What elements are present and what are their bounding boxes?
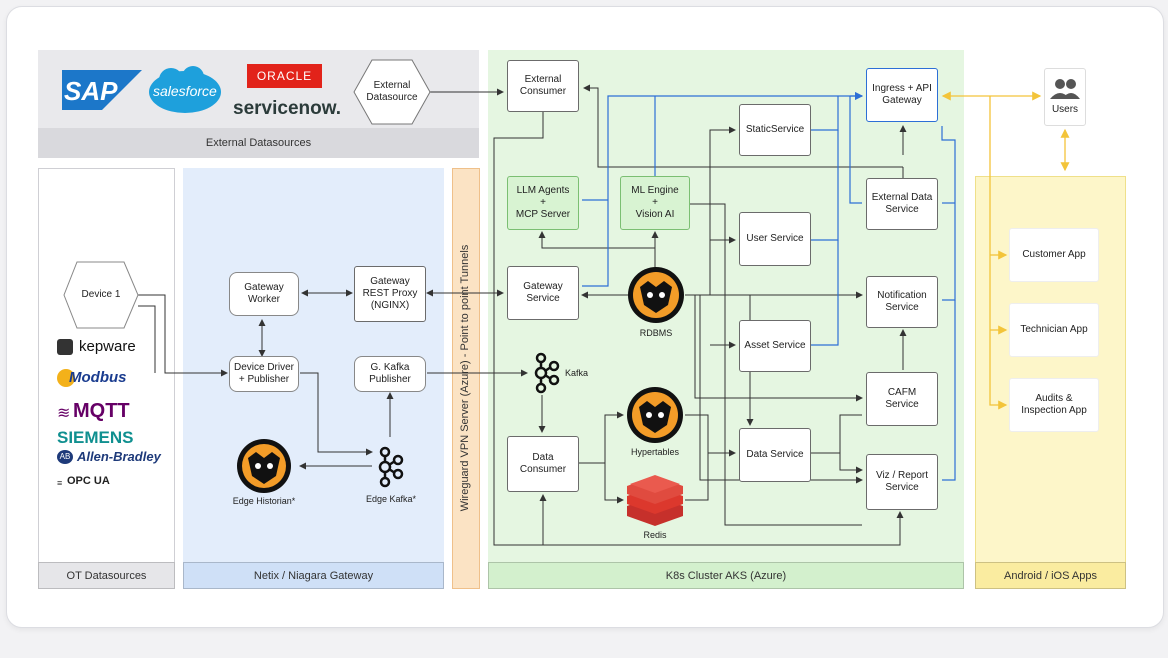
- kepware-logo: kepware: [57, 338, 157, 358]
- allen-bradley-logo: AB Allen-Bradley: [57, 448, 167, 468]
- gateway-rest-proxy-node[interactable]: Gateway REST Proxy (NGINX): [354, 266, 426, 322]
- mqtt-logo: ≋ MQTT: [57, 400, 157, 424]
- ingress-node[interactable]: Ingress + API Gateway: [866, 68, 938, 122]
- gateway-service-node[interactable]: Gateway Service: [507, 266, 579, 320]
- servicenow-logo: servicenow.: [233, 98, 342, 119]
- viz-report-service-node[interactable]: Viz / Report Service: [866, 454, 938, 510]
- salesforce-logo-text: salesforce: [153, 83, 217, 99]
- edge-kafka-label: Edge Kafka*: [365, 494, 417, 504]
- opcua-icon: ≡: [57, 478, 63, 488]
- llm-agents-node[interactable]: LLM Agents + MCP Server: [507, 176, 579, 230]
- ab-icon: AB: [57, 450, 73, 464]
- technician-app-node[interactable]: Technician App: [1009, 303, 1099, 357]
- data-consumer-node[interactable]: Data Consumer: [507, 436, 579, 492]
- sap-logo-text: SAP: [64, 76, 118, 106]
- cafm-service-node[interactable]: CAFM Service: [866, 372, 938, 426]
- rdbms-label: RDBMS: [639, 328, 673, 338]
- asset-service-node[interactable]: Asset Service: [739, 320, 811, 372]
- modbus-logo-text: Modbus: [69, 369, 127, 386]
- sap-logo: SAP: [62, 70, 142, 110]
- siemens-logo: SIEMENS: [57, 428, 134, 447]
- device-driver-node[interactable]: Device Driver + Publisher: [229, 356, 299, 392]
- mqtt-logo-text: MQTT: [73, 400, 130, 422]
- device1-node[interactable]: Device 1: [72, 284, 130, 306]
- static-service-node[interactable]: StaticService: [739, 104, 811, 156]
- gateway-worker-node[interactable]: Gateway Worker: [229, 272, 299, 316]
- customer-app-node[interactable]: Customer App: [1009, 228, 1099, 282]
- oracle-logo-text: ORACLE: [256, 69, 313, 83]
- mqtt-icon: ≋: [57, 405, 71, 422]
- redis-label: Redis: [643, 530, 667, 540]
- ml-engine-node[interactable]: ML Engine + Vision AI: [620, 176, 690, 230]
- external-data-service-node[interactable]: External Data Service: [866, 178, 938, 230]
- salesforce-logo: salesforce: [147, 66, 223, 116]
- oracle-logo: ORACLE: [247, 64, 322, 88]
- modbus-logo: Modbus: [57, 368, 157, 390]
- opcua-logo-text: OPC UA: [67, 475, 110, 487]
- opcua-logo: ≡ OPC UA: [57, 474, 157, 492]
- g-kafka-publisher-node[interactable]: G. Kafka Publisher: [354, 356, 426, 392]
- kafka-label: Kafka: [565, 368, 589, 378]
- allen-bradley-logo-text: Allen-Bradley: [77, 449, 161, 464]
- users-icon: [1050, 79, 1080, 99]
- edge-historian-label: Edge Historian*: [232, 496, 296, 506]
- external-consumer-node[interactable]: External Consumer: [507, 60, 579, 112]
- hypertables-label: Hypertables: [630, 447, 680, 457]
- user-service-node[interactable]: User Service: [739, 212, 811, 266]
- users-label: Users: [1051, 104, 1079, 115]
- external-datasource-node[interactable]: External Datasource: [362, 76, 422, 108]
- audits-app-node[interactable]: Audits & Inspection App: [1009, 378, 1099, 432]
- data-service-node[interactable]: Data Service: [739, 428, 811, 482]
- kepware-icon: [57, 339, 73, 355]
- users-node[interactable]: Users: [1044, 68, 1086, 126]
- notification-service-node[interactable]: Notification Service: [866, 276, 938, 328]
- kepware-logo-text: kepware: [79, 338, 136, 355]
